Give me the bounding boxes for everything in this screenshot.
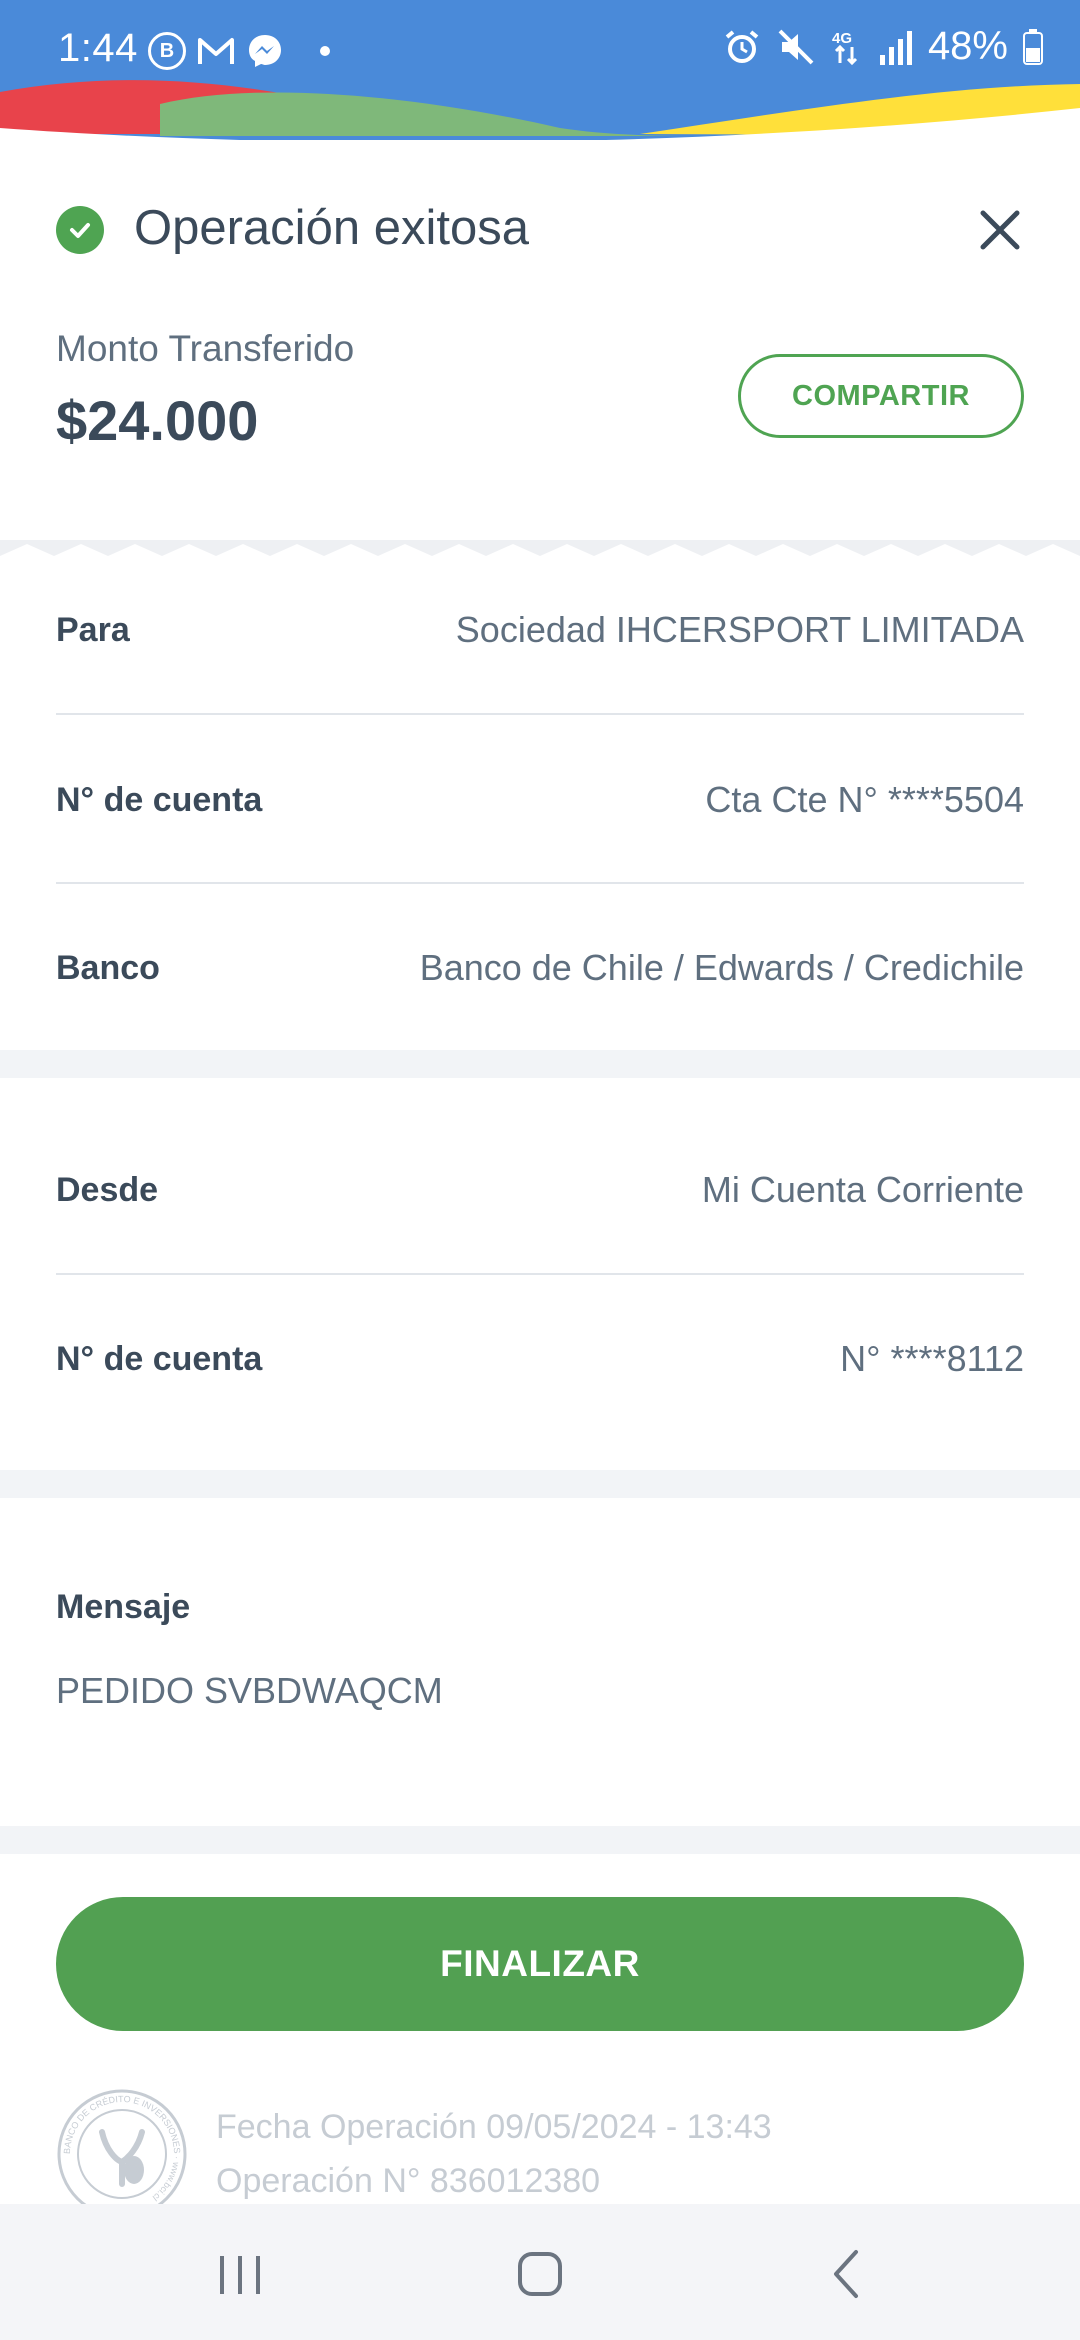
success-check-icon <box>56 206 104 254</box>
header-wave-decoration <box>0 80 1080 140</box>
finish-button[interactable]: FINALIZAR <box>56 1897 1024 2031</box>
section-gap <box>0 1826 1080 1854</box>
back-icon[interactable] <box>806 2234 886 2314</box>
status-time: 1:44 <box>58 26 138 70</box>
origin-value: Mi Cuenta Corriente <box>701 1169 1024 1210</box>
origin-account-label: N° de cuenta <box>56 1339 263 1378</box>
divider <box>56 713 1024 715</box>
signal-icon <box>879 30 912 65</box>
operation-title: Operación exitosa <box>134 201 529 255</box>
divider <box>56 1273 1024 1275</box>
bank-label: Banco <box>56 948 160 987</box>
mute-icon <box>778 29 814 64</box>
section-gap <box>0 1050 1080 1078</box>
operation-number: Operación N° 836012380 <box>216 2162 601 2200</box>
origin-row: Desde Mi Cuenta Corriente <box>56 1160 1024 1220</box>
origin-account-value: N° ****8112 <box>840 1338 1024 1379</box>
gmail-icon <box>198 38 234 64</box>
status-bar: 1:44 B 4G 48% <box>0 0 1080 140</box>
amount-value: $24.000 <box>56 389 259 452</box>
notification-icons: B <box>148 32 330 70</box>
bank-row: Banco Banco de Chile / Edwards / Credich… <box>56 938 1024 998</box>
alarm-icon <box>725 29 759 63</box>
battery-icon <box>1023 28 1043 65</box>
recipient-account-label: N° de cuenta <box>56 780 263 819</box>
dot-icon <box>320 46 330 56</box>
close-icon[interactable] <box>975 205 1025 255</box>
origin-account-row: N° de cuenta N° ****8112 <box>56 1329 1024 1389</box>
b-circle-icon: B <box>148 32 186 70</box>
message-label: Mensaje <box>56 1588 191 1626</box>
divider <box>56 882 1024 884</box>
system-navigation-bar <box>0 2204 1080 2340</box>
origin-label: Desde <box>56 1170 159 1209</box>
recipient-label: Para <box>56 610 130 649</box>
svg-text:4G: 4G <box>832 30 852 47</box>
recipient-account-row: N° de cuenta Cta Cte N° ****5504 <box>56 770 1024 830</box>
battery-percent: 48% <box>927 24 1008 68</box>
4g-icon: 4G <box>832 30 857 65</box>
operation-date: Fecha Operación 09/05/2024 - 13:43 <box>216 2108 772 2146</box>
messenger-icon <box>249 35 281 67</box>
bank-value: Banco de Chile / Edwards / Credichile <box>419 947 1024 988</box>
share-button[interactable]: COMPARTIR <box>738 354 1024 438</box>
amount-label: Monto Transferido <box>56 328 355 369</box>
recipient-value: Sociedad IHCERSPORT LIMITADA <box>455 609 1024 650</box>
recent-apps-icon[interactable] <box>200 2234 280 2314</box>
recipient-account-value: Cta Cte N° ****5504 <box>705 779 1024 820</box>
receipt-zigzag-edge <box>0 540 1080 580</box>
system-icons: 4G 48% <box>722 24 1044 69</box>
message-value: PEDIDO SVBDWAQCM <box>56 1670 443 1711</box>
section-gap <box>0 1470 1080 1498</box>
recipient-row: Para Sociedad IHCERSPORT LIMITADA <box>56 600 1024 660</box>
home-icon[interactable] <box>500 2234 580 2314</box>
bank-seal-logo: BANCO DE CRÉDITO E INVERSIONES · www.bci… <box>57 2089 187 2219</box>
